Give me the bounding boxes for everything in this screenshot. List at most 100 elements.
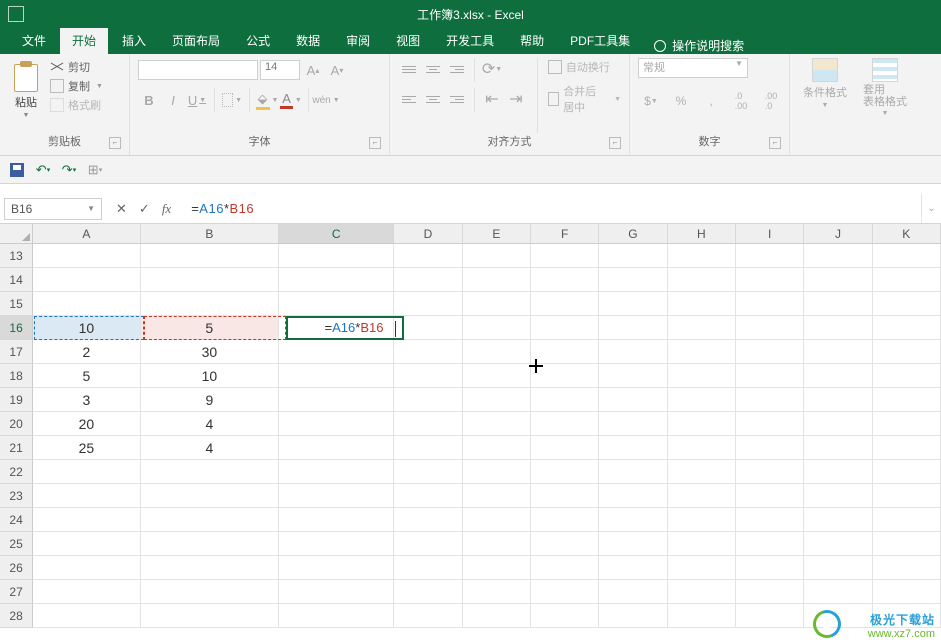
cell-H24[interactable] <box>668 508 736 532</box>
cell-G25[interactable] <box>599 532 667 556</box>
percent-format-button[interactable]: % <box>668 90 694 112</box>
align-middle-button[interactable] <box>422 58 444 80</box>
cell-D15[interactable] <box>394 292 462 316</box>
row-header-27[interactable]: 27 <box>0 580 33 604</box>
cell-G21[interactable] <box>599 436 667 460</box>
cell-F20[interactable] <box>531 412 599 436</box>
cell-J23[interactable] <box>804 484 872 508</box>
italic-button[interactable]: I <box>162 89 184 111</box>
cell-E18[interactable] <box>463 364 531 388</box>
cell-A15[interactable] <box>33 292 140 316</box>
decrease-indent-button[interactable]: ⇤ <box>481 88 503 110</box>
cell-I27[interactable] <box>736 580 804 604</box>
cell-C16[interactable]: =A16*B16 <box>279 316 394 340</box>
row-header-22[interactable]: 22 <box>0 460 33 484</box>
col-header-C[interactable]: C <box>279 224 394 243</box>
cell-K25[interactable] <box>873 532 941 556</box>
cell-E23[interactable] <box>463 484 531 508</box>
tab-page-layout[interactable]: 页面布局 <box>160 27 232 54</box>
cell-K22[interactable] <box>873 460 941 484</box>
cell-I17[interactable] <box>736 340 804 364</box>
cell-H25[interactable] <box>668 532 736 556</box>
cell-K19[interactable] <box>873 388 941 412</box>
cell-A19[interactable]: 3 <box>33 388 140 412</box>
undo-button[interactable]: ↶▾ <box>34 161 52 179</box>
row-header-21[interactable]: 21 <box>0 436 33 460</box>
cell-A21[interactable]: 25 <box>33 436 140 460</box>
font-launcher[interactable]: ⌐ <box>369 137 381 149</box>
cell-J22[interactable] <box>804 460 872 484</box>
cell-I15[interactable] <box>736 292 804 316</box>
cell-I21[interactable] <box>736 436 804 460</box>
cell-J20[interactable] <box>804 412 872 436</box>
cell-K24[interactable] <box>873 508 941 532</box>
cell-J25[interactable] <box>804 532 872 556</box>
cell-K17[interactable] <box>873 340 941 364</box>
cell-A28[interactable] <box>33 604 140 628</box>
font-size-select[interactable]: 14 <box>260 60 300 80</box>
cell-D28[interactable] <box>394 604 462 628</box>
expand-formula-bar-button[interactable]: ⌄ <box>921 194 941 223</box>
row-header-14[interactable]: 14 <box>0 268 33 292</box>
cell-G24[interactable] <box>599 508 667 532</box>
tab-insert[interactable]: 插入 <box>110 27 158 54</box>
cell-E24[interactable] <box>463 508 531 532</box>
cell-F26[interactable] <box>531 556 599 580</box>
tab-developer[interactable]: 开发工具 <box>434 27 506 54</box>
cell-F24[interactable] <box>531 508 599 532</box>
cell-A16[interactable]: 10 <box>33 316 140 340</box>
cell-F19[interactable] <box>531 388 599 412</box>
cell-C15[interactable] <box>279 292 394 316</box>
col-header-J[interactable]: J <box>804 224 872 243</box>
cell-B21[interactable]: 4 <box>141 436 280 460</box>
cell-J17[interactable] <box>804 340 872 364</box>
align-top-button[interactable] <box>398 58 420 80</box>
cell-H14[interactable] <box>668 268 736 292</box>
cell-F21[interactable] <box>531 436 599 460</box>
cell-F15[interactable] <box>531 292 599 316</box>
conditional-formatting-button[interactable]: 条件格式▼ <box>800 58 850 109</box>
cell-I24[interactable] <box>736 508 804 532</box>
cell-B16[interactable]: 5 <box>141 316 280 340</box>
cell-K15[interactable] <box>873 292 941 316</box>
cell-G26[interactable] <box>599 556 667 580</box>
tab-data[interactable]: 数据 <box>284 27 332 54</box>
cell-H19[interactable] <box>668 388 736 412</box>
cell-I28[interactable] <box>736 604 804 628</box>
cell-I16[interactable] <box>736 316 804 340</box>
cell-E26[interactable] <box>463 556 531 580</box>
cell-K23[interactable] <box>873 484 941 508</box>
cell-J13[interactable] <box>804 244 872 268</box>
cell-A17[interactable]: 2 <box>33 340 140 364</box>
row-header-18[interactable]: 18 <box>0 364 33 388</box>
tab-pdf-tools[interactable]: PDF工具集 <box>558 27 642 54</box>
cell-D23[interactable] <box>394 484 462 508</box>
cell-C24[interactable] <box>279 508 394 532</box>
enter-formula-button[interactable]: ✓ <box>139 201 150 217</box>
tab-view[interactable]: 视图 <box>384 27 432 54</box>
cell-C26[interactable] <box>279 556 394 580</box>
tab-formulas[interactable]: 公式 <box>234 27 282 54</box>
increase-decimal-button[interactable]: .0.00 <box>728 90 754 112</box>
cell-I13[interactable] <box>736 244 804 268</box>
save-button[interactable] <box>8 161 26 179</box>
col-header-D[interactable]: D <box>394 224 462 243</box>
cell-H26[interactable] <box>668 556 736 580</box>
cell-D17[interactable] <box>394 340 462 364</box>
cell-G27[interactable] <box>599 580 667 604</box>
cell-H15[interactable] <box>668 292 736 316</box>
cell-I26[interactable] <box>736 556 804 580</box>
format-as-table-button[interactable]: 套用 表格格式▼ <box>860 58 910 117</box>
cell-J16[interactable] <box>804 316 872 340</box>
phonetic-button[interactable]: wén▼ <box>315 89 337 111</box>
tab-file[interactable]: 文件 <box>10 27 58 54</box>
row-header-25[interactable]: 25 <box>0 532 33 556</box>
cell-E22[interactable] <box>463 460 531 484</box>
cell-J15[interactable] <box>804 292 872 316</box>
row-header-17[interactable]: 17 <box>0 340 33 364</box>
redo-button[interactable]: ↷▾ <box>60 161 78 179</box>
cell-D25[interactable] <box>394 532 462 556</box>
cell-A24[interactable] <box>33 508 140 532</box>
cell-K21[interactable] <box>873 436 941 460</box>
cell-D16[interactable] <box>394 316 462 340</box>
